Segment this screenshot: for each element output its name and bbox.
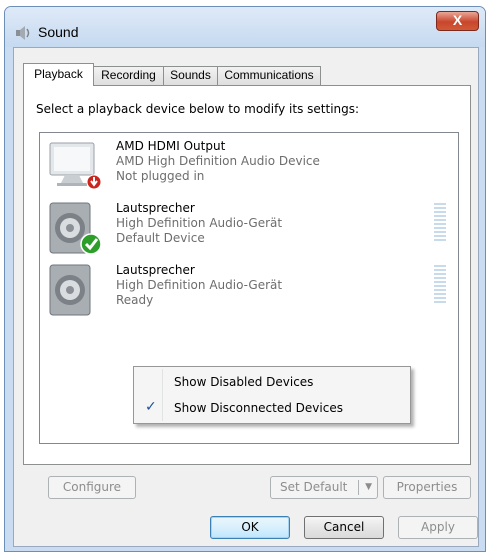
device-name: Lautsprecher [116, 201, 195, 215]
cancel-button[interactable]: Cancel [304, 516, 384, 539]
tab-playback[interactable]: Playback [23, 63, 94, 86]
menu-item-show-disabled-devices[interactable]: Show Disabled Devices [136, 370, 408, 394]
device-item-lautsprecher-ready[interactable]: Lautsprecher High Definition Audio-Gerät… [40, 261, 458, 323]
device-description: High Definition Audio-Gerät [116, 216, 283, 230]
instruction-text: Select a playback device below to modify… [36, 102, 360, 116]
device-item-lautsprecher-default[interactable]: Lautsprecher High Definition Audio-Gerät… [40, 199, 458, 261]
red-down-arrow-badge [86, 174, 102, 190]
tab-recording[interactable]: Recording [93, 66, 164, 85]
device-name: Lautsprecher [116, 263, 195, 277]
green-check-badge [80, 233, 102, 255]
volume-meter [434, 203, 446, 245]
apply-button[interactable]: Apply [398, 516, 478, 539]
title-bar[interactable]: Sound X [5, 7, 485, 47]
close-button[interactable]: X [436, 11, 479, 31]
speaker-icon [49, 202, 102, 255]
device-name: AMD HDMI Output [116, 139, 226, 153]
sound-dialog-window: Sound X Playback Recording Sounds Commun… [4, 6, 486, 552]
tab-communications[interactable]: Communications [217, 66, 321, 85]
checkmark-icon: ✓ [145, 399, 157, 415]
menu-item-label: Show Disconnected Devices [174, 401, 343, 415]
window-title: Sound [38, 24, 79, 40]
device-item-amd-hdmi[interactable]: AMD HDMI Output AMD High Definition Audi… [40, 137, 458, 199]
ok-button[interactable]: OK [210, 516, 290, 539]
set-default-label: Set Default [280, 480, 348, 494]
device-description: High Definition Audio-Gerät [116, 278, 283, 292]
device-status: Not plugged in [116, 169, 205, 183]
configure-button[interactable]: Configure [48, 476, 136, 499]
split-divider [358, 480, 359, 495]
close-icon: X [452, 12, 463, 28]
menu-item-show-disconnected-devices[interactable]: ✓ Show Disconnected Devices [136, 396, 408, 420]
chevron-down-icon[interactable]: ▼ [365, 477, 372, 498]
tab-sounds[interactable]: Sounds [163, 66, 218, 85]
properties-button[interactable]: Properties [383, 476, 471, 499]
dialog-client-area: Playback Recording Sounds Communications… [13, 47, 479, 547]
monitor-icon [49, 142, 102, 190]
menu-item-label: Show Disabled Devices [174, 375, 314, 389]
speaker-icon [49, 264, 91, 316]
volume-meter [434, 265, 446, 307]
set-default-button[interactable]: Set Default ▼ [270, 476, 378, 499]
context-menu: Show Disabled Devices ✓ Show Disconnecte… [133, 366, 411, 424]
speaker-icon [16, 26, 30, 40]
device-status: Default Device [116, 231, 205, 245]
device-description: AMD High Definition Audio Device [116, 154, 320, 168]
device-status: Ready [116, 293, 154, 307]
